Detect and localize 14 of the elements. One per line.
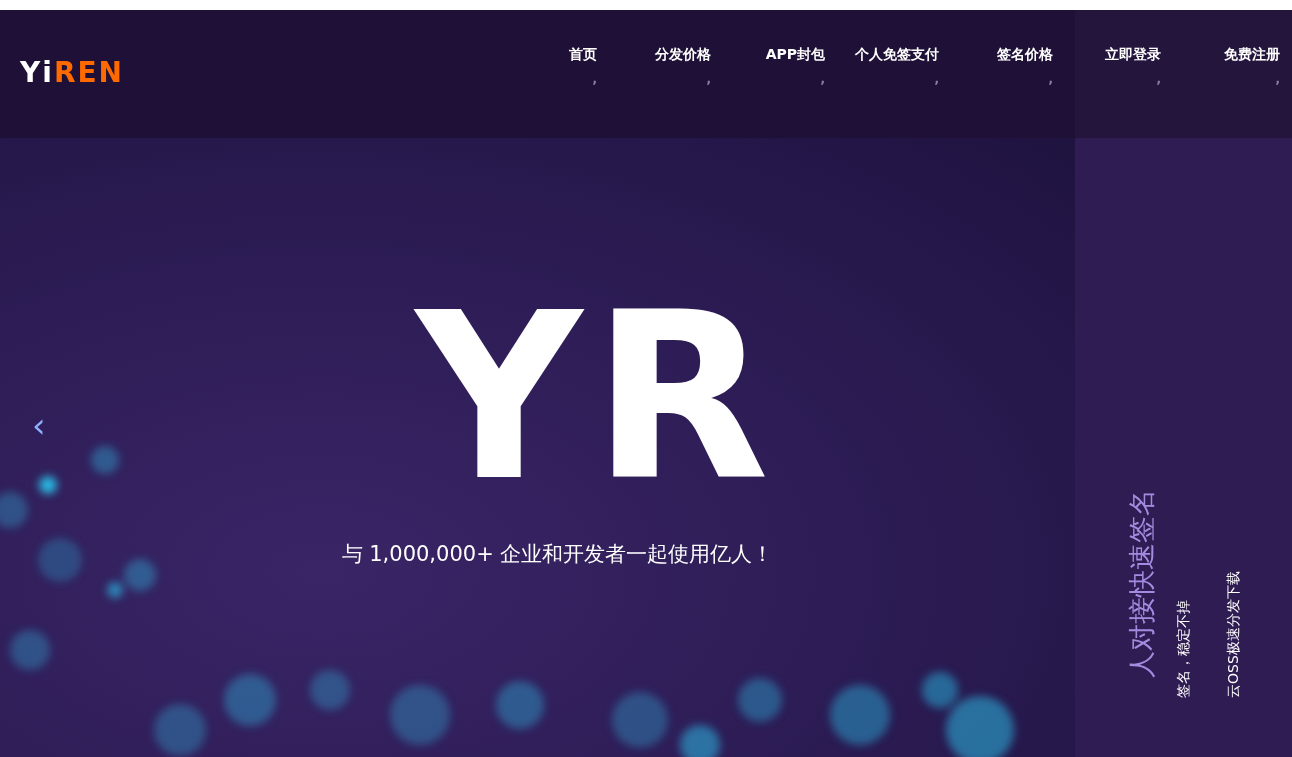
nav-link[interactable]: 签名价格 , bbox=[939, 10, 1053, 96]
previous-slide-button[interactable]: ‹ bbox=[28, 408, 50, 442]
logo[interactable]: Yi REN bbox=[20, 56, 124, 89]
side-text: 签名，稳定不掉 bbox=[1174, 600, 1192, 698]
nav-link[interactable]: 立即登录 , bbox=[1105, 10, 1161, 96]
nav-link[interactable]: 分发价格 , bbox=[597, 10, 711, 96]
hero-subtitle: 与 1,000,000+ 企业和开发者一起使用亿人！ bbox=[341, 541, 774, 568]
nav-link[interactable]: APP封包 , bbox=[711, 10, 825, 96]
side-headline: 人对接快速签名 bbox=[1125, 489, 1158, 678]
nav-link[interactable]: 个人免签支付 , bbox=[825, 10, 939, 96]
nav-link[interactable]: 首页 , bbox=[537, 10, 597, 96]
nav-link[interactable]: 免费注册 , bbox=[1224, 10, 1280, 96]
side-text: 云OSS极速分发下载 bbox=[1224, 571, 1242, 698]
hero-title: YR bbox=[415, 298, 780, 498]
